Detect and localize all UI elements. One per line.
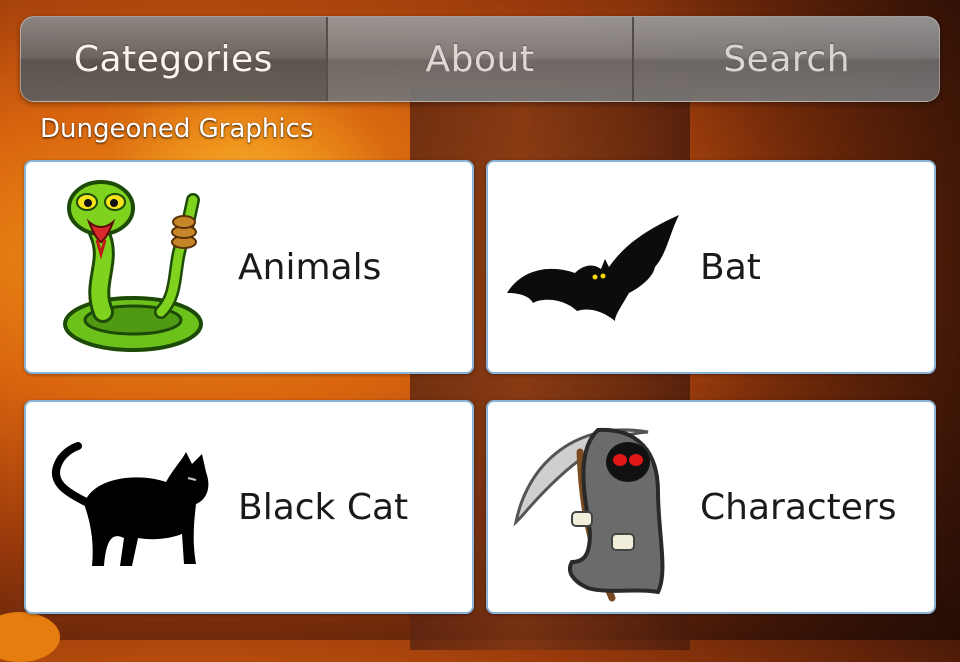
grim-reaper-icon — [498, 407, 688, 607]
segmented-tab-bar: Categories About Search — [20, 16, 940, 102]
bat-icon — [498, 167, 688, 367]
tab-search[interactable]: Search — [634, 17, 939, 101]
black-cat-icon — [36, 407, 226, 607]
category-label: Animals — [238, 246, 382, 288]
category-card-characters[interactable]: Characters — [486, 400, 936, 614]
tab-categories[interactable]: Categories — [21, 17, 328, 101]
category-card-animals[interactable]: Animals — [24, 160, 474, 374]
category-card-black-cat[interactable]: Black Cat — [24, 400, 474, 614]
category-card-bat[interactable]: Bat — [486, 160, 936, 374]
category-label: Bat — [700, 246, 761, 288]
category-label: Characters — [700, 486, 897, 528]
section-title: Dungeoned Graphics — [40, 114, 314, 144]
tab-about[interactable]: About — [328, 17, 635, 101]
category-label: Black Cat — [238, 486, 409, 528]
snake-icon — [36, 167, 226, 367]
background-pumpkin — [0, 612, 60, 662]
